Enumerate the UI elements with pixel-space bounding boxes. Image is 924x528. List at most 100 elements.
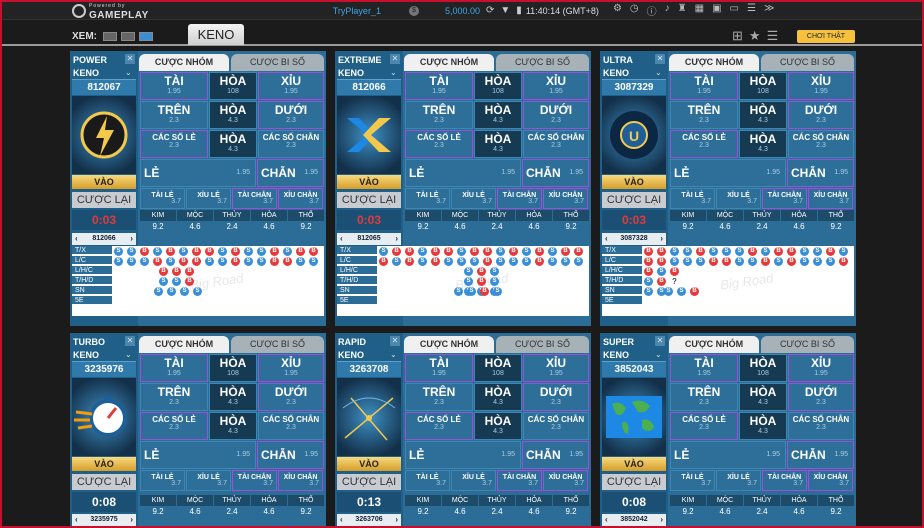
- enter-button[interactable]: VÀO: [72, 457, 136, 471]
- bet-tren[interactable]: TRÊN 2.3: [670, 101, 738, 129]
- layout-2-button[interactable]: [121, 32, 135, 41]
- bet-xiu[interactable]: XỈU 1.95: [788, 354, 854, 382]
- bet-xiu[interactable]: XỈU 1.95: [788, 72, 854, 100]
- history-icon[interactable]: ◷: [630, 3, 639, 18]
- bet-cac-so-chan[interactable]: CÁC SỐ CHẴN 2.3: [258, 130, 324, 158]
- bet-hoa-big[interactable]: HÒA 108: [739, 354, 787, 382]
- bet-chan[interactable]: CHẴN 1.95: [787, 159, 854, 187]
- close-icon[interactable]: ✕: [125, 336, 135, 346]
- sound-icon[interactable]: ♪: [665, 3, 670, 18]
- bet-hoa-mid[interactable]: HÒA 4.3: [474, 101, 522, 129]
- bet-tai-chan[interactable]: TÀI CHẴN 3.7: [497, 470, 542, 491]
- bet-tai[interactable]: TÀI 1.95: [405, 72, 473, 100]
- bet-hoa-odd[interactable]: HÒA 4.3: [474, 412, 522, 440]
- enter-button[interactable]: VÀO: [602, 457, 666, 471]
- bet-xiu-le[interactable]: XỈU LẺ 3.7: [451, 188, 496, 209]
- bet-element-1[interactable]: MỘC 4.6: [707, 495, 743, 518]
- bet-chan[interactable]: CHẴN 1.95: [257, 441, 324, 469]
- road-label[interactable]: L/C: [602, 256, 642, 265]
- bet-le[interactable]: LẺ 1.95: [670, 441, 786, 469]
- bet-tai[interactable]: TÀI 1.95: [670, 72, 738, 100]
- bet-le[interactable]: LẺ 1.95: [140, 441, 256, 469]
- road-label[interactable]: SN: [72, 286, 112, 295]
- shirt-icon[interactable]: ♜: [678, 3, 687, 18]
- bet-element-0[interactable]: KIM 9.2: [140, 495, 176, 518]
- chevron-down-icon[interactable]: ⌄: [655, 350, 662, 359]
- enter-button[interactable]: VÀO: [337, 457, 401, 471]
- close-icon[interactable]: ✕: [390, 336, 400, 346]
- bet-le[interactable]: LẺ 1.95: [670, 159, 786, 187]
- rebet-button[interactable]: CƯỢC LẠI: [72, 192, 136, 208]
- chevron-down-icon[interactable]: ⌄: [125, 68, 132, 77]
- tab-group-bet[interactable]: CƯỢC NHÓM: [404, 54, 494, 71]
- bet-chan[interactable]: CHẴN 1.95: [522, 441, 589, 469]
- bet-xiu[interactable]: XỈU 1.95: [258, 72, 324, 100]
- bet-tren[interactable]: TRÊN 2.3: [670, 383, 738, 411]
- road-label[interactable]: 5E: [602, 296, 642, 305]
- bet-tai[interactable]: TÀI 1.95: [670, 354, 738, 382]
- bet-cac-so-chan[interactable]: CÁC SỐ CHẴN 2.3: [788, 412, 854, 440]
- road-label[interactable]: L/C: [72, 256, 112, 265]
- bet-chan[interactable]: CHẴN 1.95: [522, 159, 589, 187]
- bet-duoi[interactable]: DƯỚI 2.3: [523, 101, 589, 129]
- bet-duoi[interactable]: DƯỚI 2.3: [788, 383, 854, 411]
- bet-hoa-mid[interactable]: HÒA 4.3: [739, 101, 787, 129]
- close-icon[interactable]: ✕: [125, 54, 135, 64]
- bet-le[interactable]: LẺ 1.95: [405, 441, 521, 469]
- road-label[interactable]: SN: [337, 286, 377, 295]
- bet-xiu-le[interactable]: XỈU LẺ 3.7: [716, 188, 761, 209]
- bet-hoa-mid[interactable]: HÒA 4.3: [474, 383, 522, 411]
- download-icon[interactable]: ▼: [500, 5, 510, 16]
- tab-group-bet[interactable]: CƯỢC NHÓM: [669, 54, 759, 71]
- bet-hoa-odd[interactable]: HÒA 4.3: [739, 412, 787, 440]
- bet-cac-so-le[interactable]: CÁC SỐ LẺ 2.3: [405, 130, 473, 158]
- bet-hoa-odd[interactable]: HÒA 4.3: [209, 130, 257, 158]
- road-label[interactable]: L/C: [337, 256, 377, 265]
- bet-cac-so-le[interactable]: CÁC SỐ LẺ 2.3: [670, 412, 738, 440]
- road-label[interactable]: T/H/D: [602, 276, 642, 285]
- bet-le[interactable]: LẺ 1.95: [140, 159, 256, 187]
- bet-tai-le[interactable]: TÀI LẺ 3.7: [140, 188, 185, 209]
- prev-round-icon[interactable]: ‹: [605, 514, 608, 526]
- bet-xiu[interactable]: XỈU 1.95: [523, 354, 589, 382]
- bet-element-0[interactable]: KIM 9.2: [670, 495, 706, 518]
- bet-xiu-chan[interactable]: XỈU CHẴN 3.7: [808, 188, 853, 209]
- bet-tren[interactable]: TRÊN 2.3: [405, 383, 473, 411]
- bet-tai-chan[interactable]: TÀI CHẴN 3.7: [497, 188, 542, 209]
- bet-xiu-chan[interactable]: XỈU CHẴN 3.7: [278, 470, 323, 491]
- bet-duoi[interactable]: DƯỚI 2.3: [523, 383, 589, 411]
- bet-xiu-chan[interactable]: XỈU CHẴN 3.7: [278, 188, 323, 209]
- next-round-icon[interactable]: ›: [130, 233, 133, 245]
- bet-hoa-big[interactable]: HÒA 108: [474, 72, 522, 100]
- grid-icon[interactable]: ▦: [695, 3, 704, 18]
- bet-element-4[interactable]: THỔ 9.2: [818, 210, 854, 233]
- bet-element-0[interactable]: KIM 9.2: [405, 495, 441, 518]
- tab-number-bet[interactable]: CƯỢC BI SỐ: [761, 54, 854, 71]
- bet-element-3[interactable]: HỎA 4.6: [251, 495, 287, 518]
- rebet-button[interactable]: CƯỢC LẠI: [72, 474, 136, 490]
- prev-round-icon[interactable]: ‹: [75, 233, 78, 245]
- bet-xiu-le[interactable]: XỈU LẺ 3.7: [716, 470, 761, 491]
- road-label[interactable]: T/X: [337, 246, 377, 255]
- bet-element-0[interactable]: KIM 9.2: [405, 210, 441, 233]
- next-round-icon[interactable]: ›: [660, 514, 663, 526]
- road-label[interactable]: T/X: [72, 246, 112, 255]
- bet-xiu-chan[interactable]: XỈU CHẴN 3.7: [543, 188, 588, 209]
- layout-1-button[interactable]: [103, 32, 117, 41]
- bet-chan[interactable]: CHẴN 1.95: [787, 441, 854, 469]
- player-name[interactable]: TryPlayer_1: [333, 6, 381, 16]
- bet-xiu-le[interactable]: XỈU LẺ 3.7: [186, 188, 231, 209]
- chevron-down-icon[interactable]: ⌄: [125, 350, 132, 359]
- bet-tren[interactable]: TRÊN 2.3: [140, 101, 208, 129]
- bet-element-3[interactable]: HỎA 4.6: [781, 210, 817, 233]
- road-label[interactable]: 5E: [72, 296, 112, 305]
- bet-hoa-odd[interactable]: HÒA 4.3: [739, 130, 787, 158]
- bet-element-4[interactable]: THỔ 9.2: [553, 210, 589, 233]
- promo-icon[interactable]: ▣: [712, 3, 721, 18]
- bet-element-3[interactable]: HỎA 4.6: [516, 495, 552, 518]
- add-table-icon[interactable]: ⊞: [732, 28, 743, 44]
- bet-tren[interactable]: TRÊN 2.3: [140, 383, 208, 411]
- chevron-down-icon[interactable]: ⌄: [390, 68, 397, 77]
- road-label[interactable]: T/X: [602, 246, 642, 255]
- bet-element-4[interactable]: THỔ 9.2: [288, 495, 324, 518]
